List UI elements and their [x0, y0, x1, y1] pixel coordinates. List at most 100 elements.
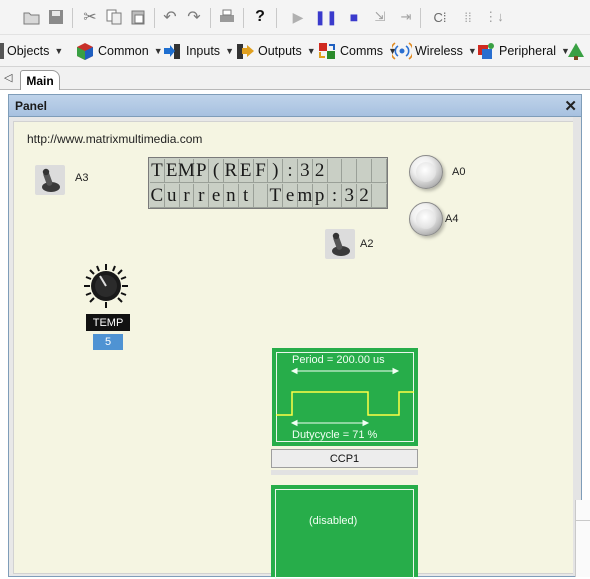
- knob-value: 5: [93, 334, 123, 350]
- lcd-cell: e: [209, 184, 224, 208]
- knob-label: TEMP: [86, 314, 130, 331]
- inputs-menu[interactable]: Inputs ▼: [163, 40, 234, 62]
- dropdown-arrow-icon: ▼: [306, 46, 316, 56]
- lcd-cell: 3: [297, 159, 313, 183]
- lcd-cell: T: [268, 184, 284, 208]
- wireless-label: Wireless: [415, 44, 463, 58]
- wireless-icon: [392, 42, 412, 60]
- peripheral-label: Peripheral: [499, 44, 556, 58]
- toolbar-separator: [420, 8, 421, 28]
- lcd-cell: C: [150, 184, 165, 208]
- open-icon[interactable]: [22, 6, 42, 28]
- ccp-underline: [271, 470, 418, 475]
- toggle-switch-icon: [325, 229, 355, 259]
- lcd-cell: T: [150, 159, 165, 183]
- common-menu[interactable]: Common ▼: [75, 40, 163, 62]
- comms-icon: [319, 43, 335, 59]
- toggle-switch-a3[interactable]: [35, 165, 65, 195]
- peripheral-menu[interactable]: Peripheral ▼: [476, 40, 570, 62]
- redo-icon[interactable]: ↷: [184, 6, 204, 28]
- button-a0-label: A0: [452, 166, 466, 178]
- outputs-label: Outputs: [258, 44, 302, 58]
- more-menu[interactable]: [566, 40, 589, 62]
- objects-menu[interactable]: Objects ▼: [0, 40, 63, 62]
- wireless-menu[interactable]: Wireless ▼: [392, 40, 477, 62]
- lcd-cell: :: [327, 184, 343, 208]
- cube-icon: [77, 43, 93, 60]
- undo-icon[interactable]: ↶: [160, 6, 180, 28]
- toolbar-separator: [276, 8, 277, 28]
- save-icon[interactable]: [46, 6, 66, 28]
- lcd-cell: r: [179, 184, 195, 208]
- panel-title: Panel: [15, 99, 48, 113]
- panel-titlebar: Panel ✕: [9, 95, 581, 117]
- lcd-cell: u: [164, 184, 180, 208]
- settings-icon[interactable]: ⁞⁞: [458, 6, 478, 28]
- lcd-cell: e: [283, 184, 298, 208]
- toggle-switch-icon: [35, 165, 65, 195]
- chip-icon[interactable]: C⁞: [428, 6, 452, 28]
- main-toolbar: ✂ ↶ ↷ ? ▶ ❚❚ ■ ⇲ ⇥ C⁞ ⁞⁞ ⋮↓: [0, 0, 590, 34]
- push-button-a0[interactable]: [409, 155, 443, 189]
- input-arrow-icon: [164, 44, 180, 59]
- tab-scroll-left-icon[interactable]: ◁: [4, 71, 12, 84]
- pause-icon[interactable]: ❚❚: [314, 6, 337, 28]
- lcd-cell: 2: [312, 159, 328, 183]
- button-a4-label: A4: [445, 213, 459, 225]
- url-text: http://www.matrixmultimedia.com: [27, 132, 203, 146]
- lcd-cell: [357, 159, 372, 183]
- objects-label: Objects: [7, 44, 50, 58]
- comms-menu[interactable]: Comms ▼: [317, 40, 397, 62]
- lcd-cell: :: [283, 159, 298, 183]
- lcd-cell: 3: [342, 184, 358, 208]
- lcd-cell: r: [194, 184, 210, 208]
- run-icon[interactable]: ▶: [288, 6, 308, 28]
- side-strip-divider: [576, 520, 590, 521]
- ccp-label: CCP1: [329, 452, 360, 465]
- tab-main[interactable]: Main: [20, 70, 60, 90]
- toolbar-separator: [154, 8, 155, 28]
- lcd-cell: t: [238, 184, 254, 208]
- common-label: Common: [98, 44, 149, 58]
- dropdown-arrow-icon: ▼: [225, 46, 234, 56]
- lcd-line-2: Current Temp:32: [150, 184, 387, 208]
- stop-icon[interactable]: ■: [344, 6, 364, 28]
- cut-icon[interactable]: ✂: [80, 6, 100, 28]
- ccp-scope: Period = 200.00 us Dutycycle = 71 %: [272, 348, 418, 446]
- dropdown-arrow-icon: ▼: [54, 46, 64, 56]
- lcd-cell: (: [209, 159, 224, 183]
- lcd-cell: [253, 184, 269, 208]
- toolbar-separator: [72, 8, 73, 28]
- step-into-icon[interactable]: ⇲: [370, 6, 390, 28]
- close-icon[interactable]: ✕: [564, 97, 577, 115]
- paste-icon[interactable]: [128, 6, 148, 28]
- switch-a3-label: A3: [75, 172, 89, 184]
- toggle-switch-a2[interactable]: [325, 229, 355, 259]
- help-icon[interactable]: ?: [250, 6, 270, 28]
- step-over-icon[interactable]: ⇥: [396, 6, 416, 28]
- lcd-cell: P: [194, 159, 210, 183]
- disabled-border: [275, 489, 414, 579]
- dropdown-arrow-icon: ▼: [153, 46, 163, 56]
- scope-duty-cycle: Dutycycle = 71 %: [292, 429, 378, 441]
- disabled-component: (disabled): [271, 485, 418, 579]
- push-button-a4[interactable]: [409, 202, 443, 236]
- outputs-menu[interactable]: Outputs ▼: [235, 40, 316, 62]
- lcd-cell: p: [312, 184, 328, 208]
- lcd-cell: [327, 159, 343, 183]
- tab-strip: ◁ Main: [0, 67, 590, 90]
- lcd-display: T E M P(R E F):3 2 Current Temp:32: [148, 157, 388, 209]
- print-icon[interactable]: [217, 6, 237, 28]
- lcd-cell: [371, 159, 387, 183]
- ccp-label-bar: CCP1: [271, 449, 418, 468]
- build-icon[interactable]: ⋮↓: [484, 6, 504, 28]
- output-arrow-icon: [237, 44, 254, 59]
- lcd-cell: E: [238, 159, 254, 183]
- tree-icon: [568, 43, 584, 60]
- inputs-label: Inputs: [186, 44, 221, 58]
- grip-icon: [0, 43, 4, 59]
- copy-icon[interactable]: [104, 6, 124, 28]
- lcd-cell: M: [178, 159, 195, 183]
- switch-a2-label: A2: [360, 238, 374, 250]
- temp-knob[interactable]: [82, 262, 130, 310]
